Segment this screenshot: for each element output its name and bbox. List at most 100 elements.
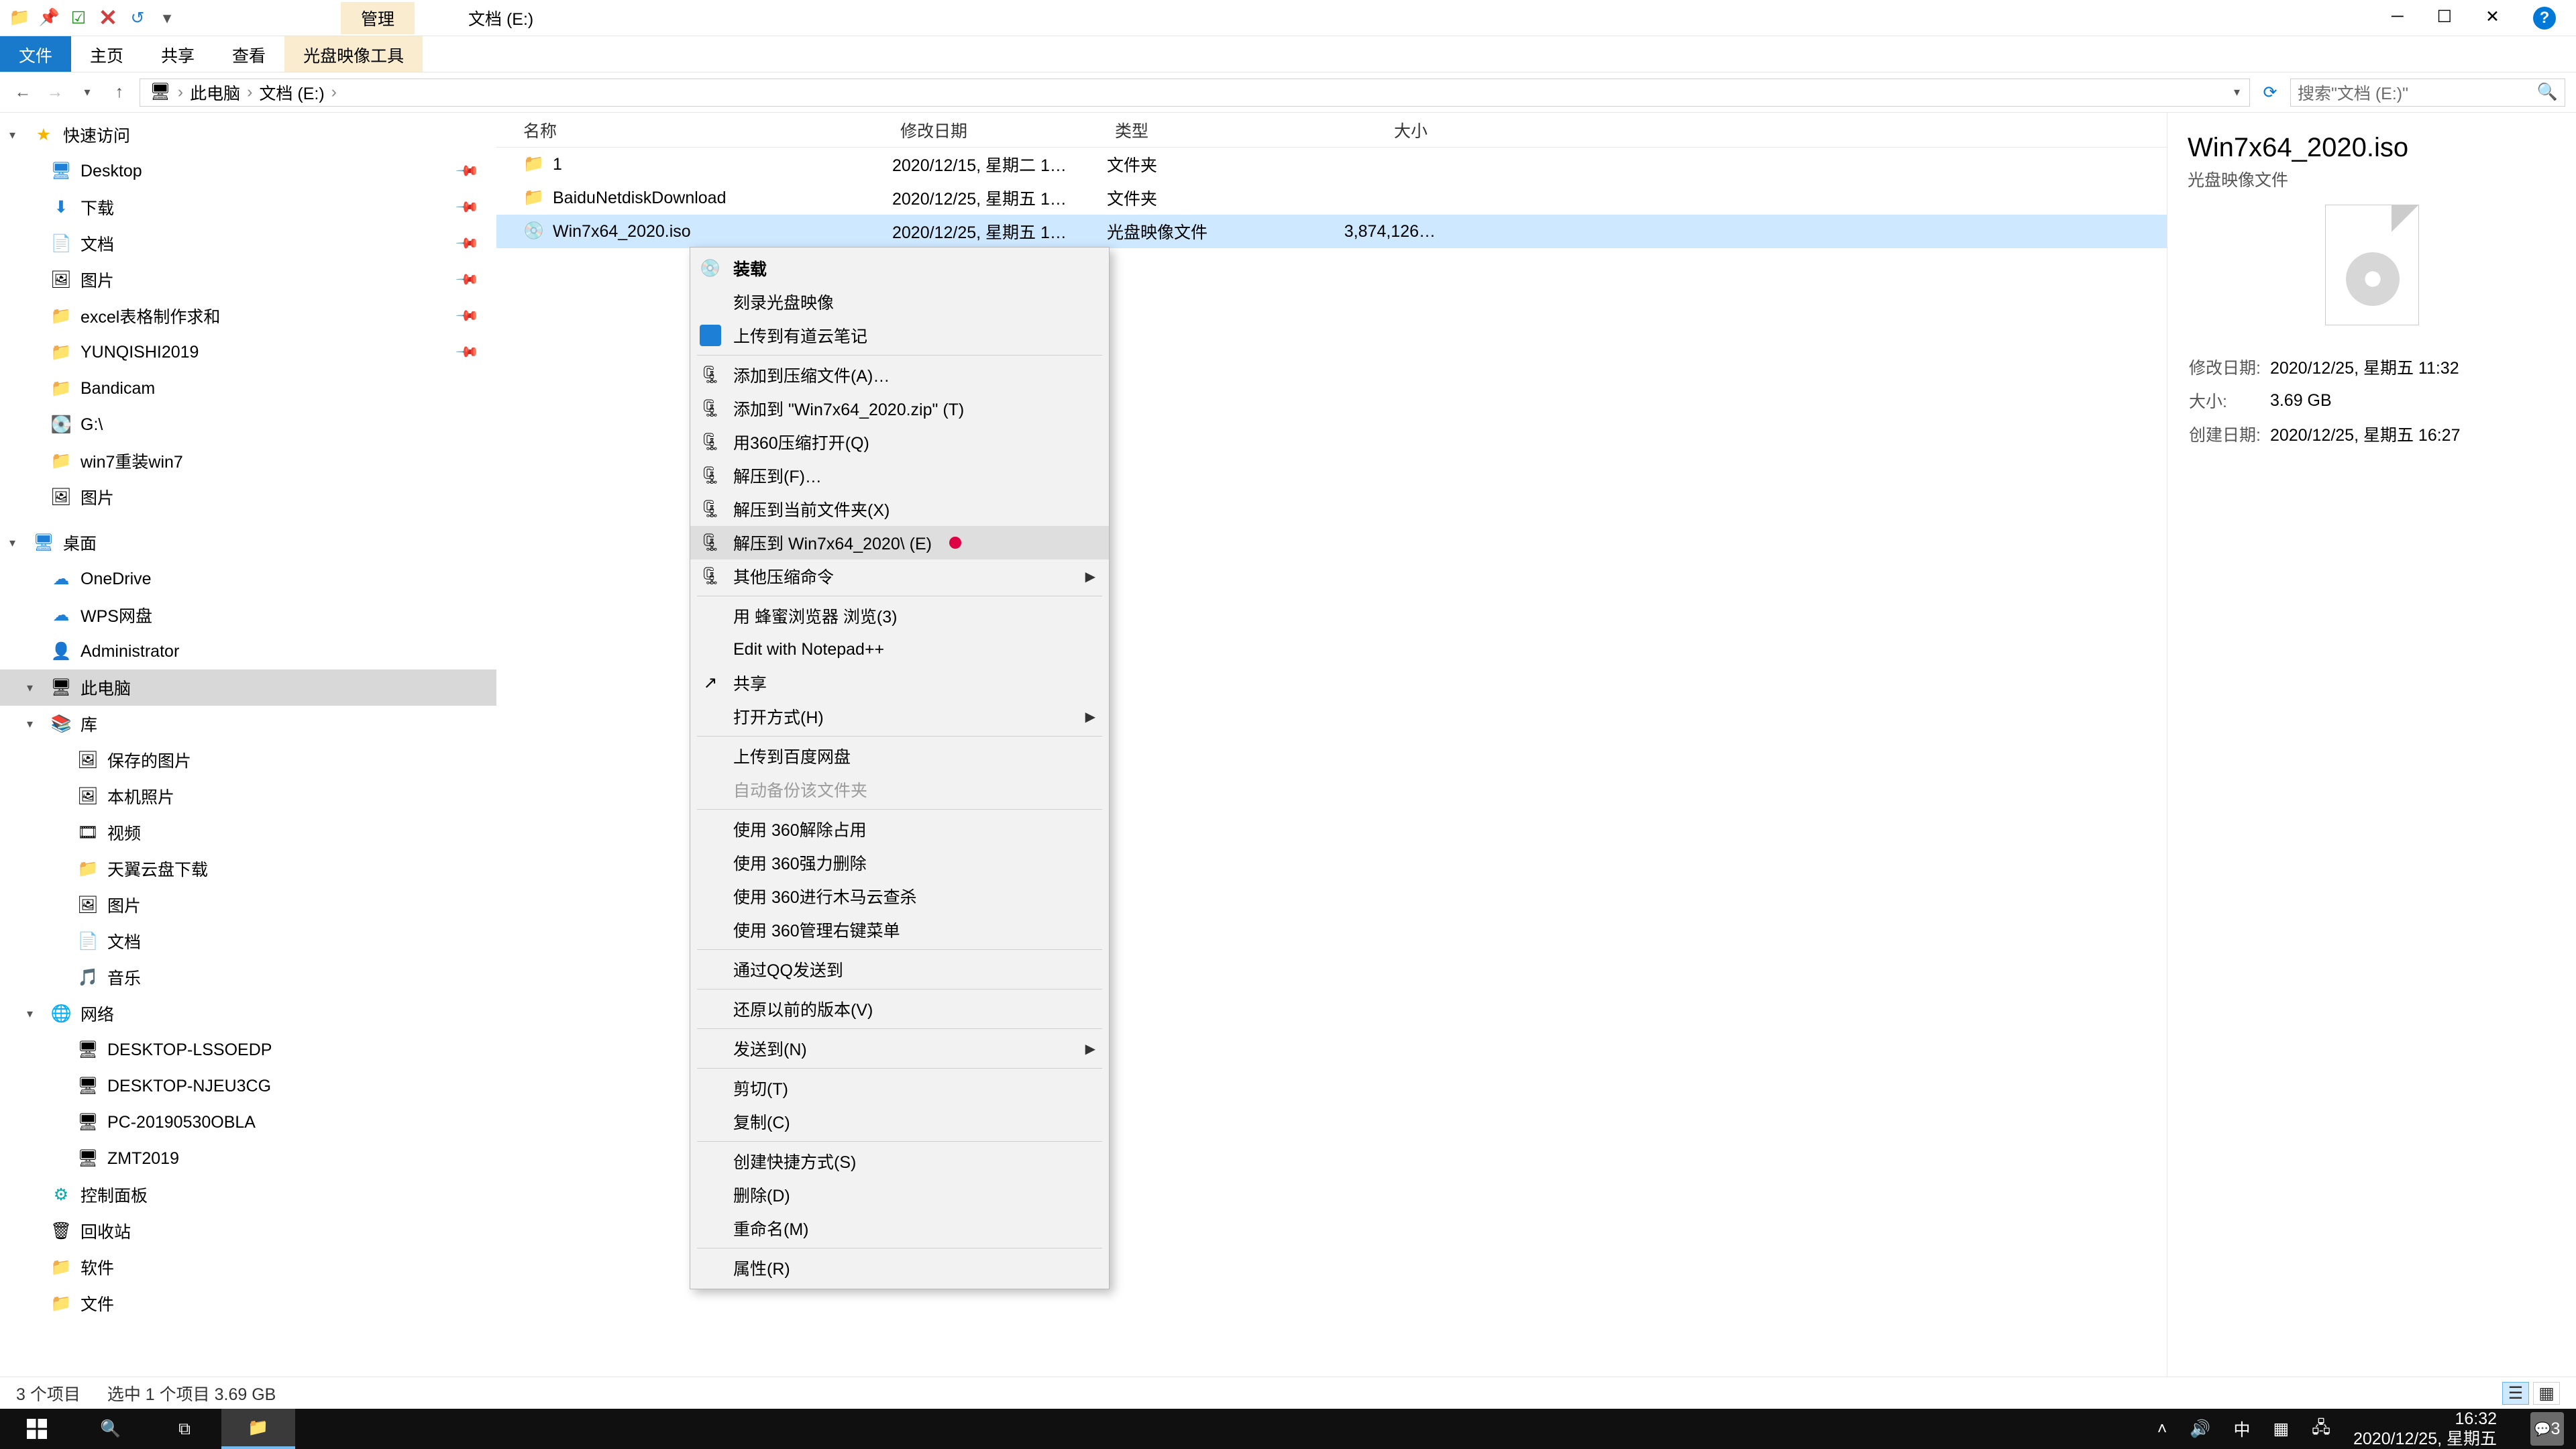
context-menu-item[interactable]: 使用 360解除占用 [690, 812, 1109, 846]
view-icons-button[interactable]: ▦ [2533, 1382, 2560, 1405]
breadcrumb-segment[interactable]: 此电脑 [190, 80, 240, 105]
context-menu-item[interactable]: 装载 [690, 252, 1109, 285]
task-view-button[interactable]: ⧉ [148, 1409, 221, 1449]
qat-undo-icon[interactable]: ↺ [127, 8, 148, 28]
breadcrumb[interactable]: › 此电脑 › 文档 (E:) › ▾ [140, 78, 2250, 107]
network-icon[interactable]: 🖧 [2312, 1415, 2330, 1444]
context-menu-item[interactable]: Edit with Notepad++ [690, 633, 1109, 666]
maximize-button[interactable]: ☐ [2437, 7, 2452, 30]
nav-item[interactable]: ▾库 [0, 706, 496, 742]
qat-delete-icon[interactable]: ✕ [98, 8, 118, 28]
ribbon-tab-file[interactable]: 文件 [0, 36, 71, 72]
nav-item[interactable]: 图片 [0, 479, 496, 515]
context-menu-item[interactable]: 剪切(T) [690, 1071, 1109, 1105]
nav-item[interactable]: 回收站 [0, 1213, 496, 1249]
nav-item[interactable]: Bandicam [0, 370, 496, 407]
chevron-right-icon[interactable]: › [331, 83, 337, 102]
context-menu-item[interactable]: 用360压缩打开(Q) [690, 425, 1109, 459]
context-menu-item[interactable]: 解压到 Win7x64_2020\ (E) [690, 526, 1109, 559]
nav-item[interactable]: 文档📌 [0, 225, 496, 262]
minimize-button[interactable]: ─ [2392, 7, 2404, 30]
file-row[interactable]: 12020/12/15, 星期二 1…文件夹 [496, 148, 2167, 181]
nav-item[interactable]: 音乐 [0, 959, 496, 996]
nav-item[interactable]: Desktop📌 [0, 153, 496, 189]
volume-icon[interactable]: 🔊 [2190, 1419, 2210, 1439]
expand-icon[interactable]: ▾ [27, 717, 42, 731]
nav-item[interactable]: 图片 [0, 887, 496, 923]
nav-item[interactable]: ▾网络 [0, 996, 496, 1032]
nav-item[interactable]: 下载📌 [0, 189, 496, 225]
close-button[interactable]: ✕ [2485, 7, 2500, 30]
taskbar-clock[interactable]: 16:32 2020/12/25, 星期五 [2353, 1409, 2497, 1449]
file-row[interactable]: BaiduNetdiskDownload2020/12/25, 星期五 1…文件… [496, 181, 2167, 215]
nav-item[interactable]: 文档 [0, 923, 496, 959]
context-menu-item[interactable]: 删除(D) [690, 1178, 1109, 1212]
breadcrumb-segment[interactable]: 文档 (E:) [259, 80, 324, 105]
expand-icon[interactable]: ▾ [27, 681, 42, 695]
nav-item[interactable]: 软件 [0, 1249, 496, 1285]
nav-item[interactable]: PC-20190530OBLA [0, 1104, 496, 1140]
context-menu-item[interactable]: 通过QQ发送到 [690, 953, 1109, 986]
context-menu-item[interactable]: 发送到(N)▶ [690, 1032, 1109, 1065]
context-menu-item[interactable]: 使用 360强力删除 [690, 846, 1109, 879]
nav-item[interactable]: 文件 [0, 1285, 496, 1322]
ribbon-tab-share[interactable]: 共享 [142, 36, 213, 72]
qat-pin-icon[interactable]: 📌 [39, 8, 59, 28]
contextual-tab-label[interactable]: 管理 [341, 2, 415, 34]
nav-item[interactable]: 视频 [0, 814, 496, 851]
refresh-button[interactable]: ⟳ [2258, 83, 2282, 103]
nav-item[interactable]: YUNQISHI2019📌 [0, 334, 496, 370]
column-size[interactable]: 大小 [1288, 118, 1436, 142]
nav-item[interactable]: G:\ [0, 407, 496, 443]
chevron-right-icon[interactable]: › [247, 83, 252, 102]
nav-item[interactable]: Administrator [0, 633, 496, 669]
nav-up-button[interactable]: ↑ [107, 83, 131, 102]
context-menu-item[interactable]: 使用 360管理右键菜单 [690, 913, 1109, 947]
nav-item[interactable]: 控制面板 [0, 1177, 496, 1213]
nav-item[interactable]: ▾此电脑 [0, 669, 496, 706]
nav-item[interactable]: 天翼云盘下载 [0, 851, 496, 887]
context-menu-item[interactable]: 打开方式(H)▶ [690, 700, 1109, 733]
tray-app-icon[interactable]: ▦ [2273, 1419, 2289, 1439]
context-menu[interactable]: 装载刻录光盘映像上传到有道云笔记添加到压缩文件(A)…添加到 "Win7x64_… [690, 247, 1110, 1289]
column-date[interactable]: 修改日期 [892, 118, 1107, 142]
file-row[interactable]: Win7x64_2020.iso2020/12/25, 星期五 1…光盘映像文件… [496, 215, 2167, 248]
expand-icon[interactable]: ▾ [9, 536, 24, 550]
qat-checked-icon[interactable]: ☑ [68, 8, 89, 28]
nav-item[interactable]: OneDrive [0, 561, 496, 597]
ime-indicator[interactable]: 中 [2233, 1417, 2250, 1441]
column-name[interactable]: 名称 [496, 118, 892, 142]
qat-dropdown-icon[interactable]: ▾ [157, 8, 177, 28]
column-headers[interactable]: 名称 修改日期 类型 大小 [496, 113, 2167, 148]
navigation-pane[interactable]: ▾快速访问Desktop📌下载📌文档📌图片📌excel表格制作求和📌YUNQIS… [0, 113, 496, 1377]
view-details-button[interactable]: ☰ [2502, 1382, 2529, 1405]
start-button[interactable] [0, 1409, 74, 1449]
expand-icon[interactable]: ▾ [27, 1007, 42, 1021]
context-menu-item[interactable]: 刻录光盘映像 [690, 285, 1109, 319]
context-menu-item[interactable]: 创建快捷方式(S) [690, 1144, 1109, 1178]
context-menu-item[interactable]: 其他压缩命令▶ [690, 559, 1109, 593]
nav-item[interactable]: win7重装win7 [0, 443, 496, 479]
context-menu-item[interactable]: 用 蜂蜜浏览器 浏览(3) [690, 599, 1109, 633]
taskbar-search-button[interactable]: 🔍 [74, 1409, 148, 1449]
column-type[interactable]: 类型 [1107, 118, 1288, 142]
context-menu-item[interactable]: 上传到有道云笔记 [690, 319, 1109, 352]
ribbon-tab-home[interactable]: 主页 [71, 36, 142, 72]
context-menu-item[interactable]: 上传到百度网盘 [690, 739, 1109, 773]
tray-overflow-button[interactable]: ˄ [2157, 1419, 2167, 1439]
taskbar-explorer[interactable] [221, 1409, 295, 1449]
nav-recent-dropdown[interactable]: ▾ [75, 85, 99, 99]
context-menu-item[interactable]: 重命名(M) [690, 1212, 1109, 1245]
nav-item[interactable]: excel表格制作求和📌 [0, 298, 496, 334]
nav-item[interactable]: DESKTOP-NJEU3CG [0, 1068, 496, 1104]
search-icon[interactable]: 🔍 [2537, 83, 2558, 102]
chevron-right-icon[interactable]: › [178, 83, 183, 102]
action-center-button[interactable]: 💬3 [2530, 1412, 2564, 1446]
context-menu-item[interactable]: 解压到当前文件夹(X) [690, 492, 1109, 526]
nav-item[interactable]: WPS网盘 [0, 597, 496, 633]
context-menu-item[interactable]: 解压到(F)… [690, 459, 1109, 492]
nav-item[interactable]: 保存的图片 [0, 742, 496, 778]
ribbon-tab-view[interactable]: 查看 [213, 36, 284, 72]
search-box[interactable]: 搜索"文档 (E:)" 🔍 [2290, 78, 2565, 107]
context-menu-item[interactable]: 还原以前的版本(V) [690, 992, 1109, 1026]
